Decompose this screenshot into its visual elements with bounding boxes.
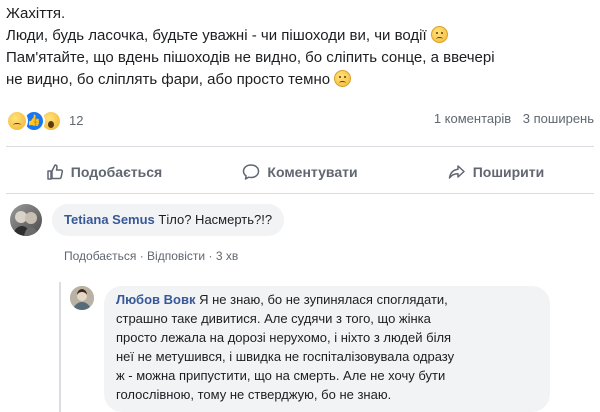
thumbs-up-icon <box>47 164 63 180</box>
post-line-2: Люди, будь ласочка, будьте уважні - чи п… <box>6 25 596 47</box>
comments-count-link[interactable]: 1 коментарів <box>434 111 511 126</box>
reply-comment: Любов Вовк Я не знаю, бо не зупинялася с… <box>70 286 550 412</box>
reply-bubble: Любов Вовк Я не знаю, бо не зупинялася с… <box>104 286 550 412</box>
sad-emoji-icon <box>430 26 448 43</box>
reply-author[interactable]: Любов Вовк <box>116 292 195 307</box>
reaction-count[interactable]: 12 <box>69 110 83 132</box>
reply-text: Я не знаю, бо не зупинялася споглядати, <box>199 292 448 307</box>
divider <box>6 146 594 147</box>
post-line-4: не видно, бо сліплять фари, або просто т… <box>6 69 596 91</box>
reply-line-5: ж - можна припустити, що на смерть. Але … <box>116 368 446 383</box>
separator-dot: · <box>139 249 144 263</box>
reply-line-6: голослівною, тому не стверджую, бо не зн… <box>116 387 392 402</box>
avatar-photo-icon <box>13 211 38 236</box>
share-button[interactable]: Поширити <box>398 156 594 188</box>
comment-meta: Подобається · Відповісти · 3 хв <box>64 249 238 263</box>
avatar[interactable] <box>10 204 42 236</box>
post-text: Жахіття. Люди, будь ласочка, будьте уваж… <box>6 3 596 91</box>
divider <box>6 193 594 194</box>
separator-dot: · <box>208 249 213 263</box>
comment-bubble: Tetiana Semus Тіло? Насмерть?!? <box>52 204 285 236</box>
post-line-3: Пам'ятайте, що вдень пішоходів не видно,… <box>6 49 495 66</box>
comment-time[interactable]: 3 хв <box>216 249 238 263</box>
comment-button-label: Коментувати <box>267 164 358 180</box>
comment-like-link[interactable]: Подобається <box>64 249 136 263</box>
share-icon <box>448 165 465 179</box>
reactions-summary[interactable]: 👍 12 <box>6 110 83 132</box>
like-button-label: Подобається <box>70 164 163 180</box>
post-stats: 👍 12 1 коментарів 3 поширень <box>6 108 594 132</box>
comment-author[interactable]: Tetiana Semus <box>64 212 155 227</box>
reply-line-3: просто лежала на дорозі нерухомо, і ніхт… <box>116 330 452 345</box>
sad-emoji-icon <box>334 70 352 87</box>
post-counts: 1 коментарів 3 поширень <box>426 108 594 130</box>
reply-line-4: неї не метушився, і швидка не госпіталіз… <box>116 349 455 364</box>
comment: Tetiana Semus Тіло? Насмерть?!? <box>10 204 285 236</box>
avatar[interactable] <box>70 286 94 310</box>
comment-icon <box>243 164 260 180</box>
comment-reply-link[interactable]: Відповісти <box>147 249 205 263</box>
reply-line-1: Любов Вовк Я не знаю, бо не зупинялася с… <box>116 290 540 309</box>
post-actions: Подобається Коментувати Поширити <box>6 156 594 188</box>
reply-thread-line <box>59 282 61 412</box>
sad-reaction-icon <box>6 110 28 132</box>
post-line-1: Жахіття. <box>6 5 66 22</box>
comment-text: Тіло? Насмерть?!? <box>158 212 273 227</box>
reply-line-2: страшно таке дивитися. Але судячи з того… <box>116 311 431 326</box>
shares-count-link[interactable]: 3 поширень <box>523 111 594 126</box>
share-button-label: Поширити <box>472 164 545 180</box>
comment-button[interactable]: Коментувати <box>202 156 398 188</box>
like-button[interactable]: Подобається <box>6 156 202 188</box>
avatar-photo-icon <box>70 286 94 310</box>
